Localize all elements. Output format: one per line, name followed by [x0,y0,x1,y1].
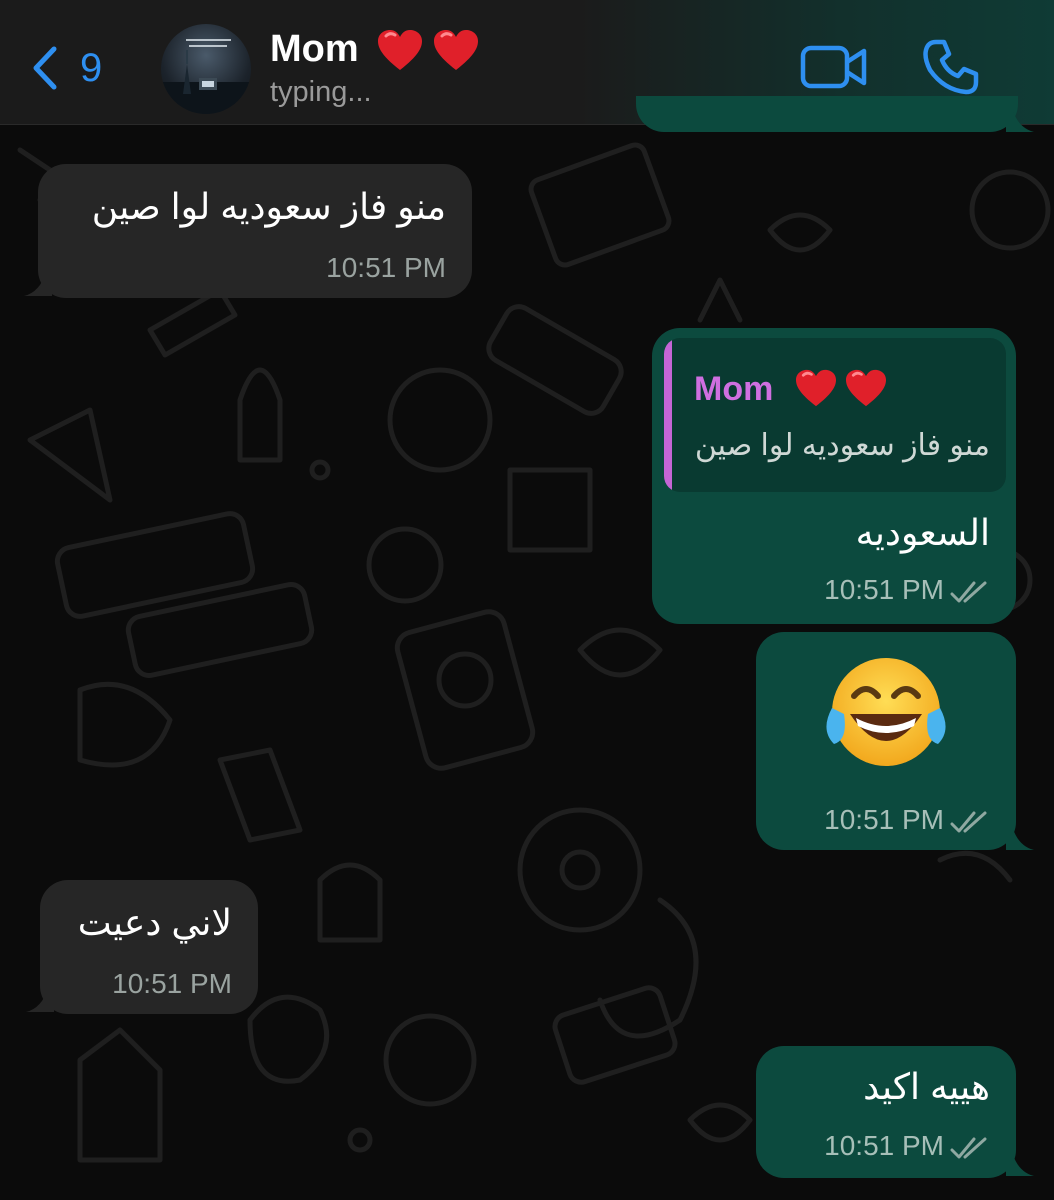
typing-status: typing... [270,76,372,108]
quoted-sender-name: Mom [694,370,774,408]
bubble-tail [24,272,52,296]
message-text: لاني دعيت [77,902,232,943]
phone-icon[interactable] [922,38,980,96]
avatar[interactable] [161,24,251,114]
message-text: هييه اكيد [863,1066,990,1107]
message-time: 10:51 PM [326,252,446,283]
message-bubble-outgoing[interactable]: هييه اكيد 10:51 PM [756,1046,1016,1178]
bubble-tail [1006,108,1034,132]
message-time: 10:51 PM [824,574,944,605]
bubble-tail [26,988,54,1012]
chevron-left-icon [33,46,57,90]
quoted-sender-hearts [794,368,888,408]
message-bubble-incoming[interactable]: لاني دعيت 10:51 PM [40,880,258,1014]
message-bubble-incoming[interactable]: منو فاز سعوديه لوا صين 10:51 PM [38,164,472,298]
video-camera-icon[interactable] [800,42,868,92]
heart-icon [846,369,886,407]
quoted-text: منو فاز سعوديه لوا صين [694,429,990,462]
message-time: 10:51 PM [112,968,232,999]
message-time: 10:51 PM [824,1130,944,1161]
bubble-tail [1006,1152,1034,1176]
heart-icon [434,30,478,70]
quoted-message[interactable]: Mom منو فاز سعوديه لوا صين [664,338,1006,492]
back-button[interactable]: 9 [26,38,126,98]
message-text: السعوديه [855,512,990,553]
bubble-tail [1006,826,1034,850]
contact-name[interactable]: Mom [270,28,359,71]
message-time: 10:51 PM [824,804,944,835]
double-check-icon [950,1137,987,1159]
contact-name-hearts [376,28,480,72]
previous-message-bubble[interactable] [636,96,1018,132]
unread-count: 9 [80,45,103,90]
message-text: منو فاز سعوديه لوا صين [91,186,446,227]
heart-icon [796,369,836,407]
heart-icon [378,30,422,70]
double-check-icon [950,581,987,603]
quote-accent-bar [664,338,672,492]
face-with-tears-of-joy-icon [826,658,946,766]
message-bubble-outgoing[interactable]: Mom منو فاز سعوديه لوا صين السعوديه 10:5… [652,328,1016,624]
message-bubble-outgoing[interactable]: 10:51 PM [756,632,1016,850]
double-check-icon [950,811,987,833]
